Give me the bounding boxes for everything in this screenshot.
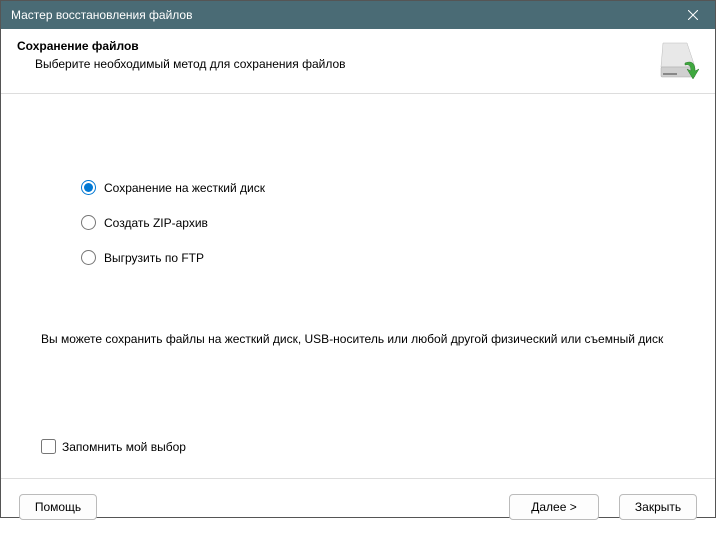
titlebar: Мастер восстановления файлов <box>1 1 715 29</box>
hard-drive-save-icon <box>657 39 699 81</box>
remember-checkbox[interactable] <box>41 439 56 454</box>
radio-create-zip[interactable] <box>81 215 96 230</box>
option-label: Сохранение на жесткий диск <box>104 181 265 195</box>
window-title: Мастер восстановления файлов <box>11 8 671 22</box>
option-upload-ftp[interactable]: Выгрузить по FTP <box>81 250 675 265</box>
option-label: Создать ZIP-архив <box>104 216 208 230</box>
remember-label: Запомнить мой выбор <box>62 440 186 454</box>
close-button[interactable]: Закрыть <box>619 494 697 520</box>
option-label: Выгрузить по FTP <box>104 251 204 265</box>
remember-choice-row[interactable]: Запомнить мой выбор <box>41 439 186 454</box>
save-method-options: Сохранение на жесткий диск Создать ZIP-а… <box>41 94 675 265</box>
wizard-footer: Помощь Далее > Закрыть <box>1 478 715 534</box>
header-title: Сохранение файлов <box>17 39 657 53</box>
option-description: Вы можете сохранить файлы на жесткий дис… <box>41 332 675 346</box>
wizard-header: Сохранение файлов Выберите необходимый м… <box>1 29 715 94</box>
radio-upload-ftp[interactable] <box>81 250 96 265</box>
close-icon <box>688 10 698 20</box>
next-button[interactable]: Далее > <box>509 494 599 520</box>
header-text: Сохранение файлов Выберите необходимый м… <box>17 39 657 71</box>
radio-save-hdd[interactable] <box>81 180 96 195</box>
option-save-hdd[interactable]: Сохранение на жесткий диск <box>81 180 675 195</box>
window-close-button[interactable] <box>671 1 715 29</box>
option-create-zip[interactable]: Создать ZIP-архив <box>81 215 675 230</box>
help-button[interactable]: Помощь <box>19 494 97 520</box>
wizard-content: Сохранение на жесткий диск Создать ZIP-а… <box>1 94 715 478</box>
header-subtitle: Выберите необходимый метод для сохранени… <box>17 57 657 71</box>
